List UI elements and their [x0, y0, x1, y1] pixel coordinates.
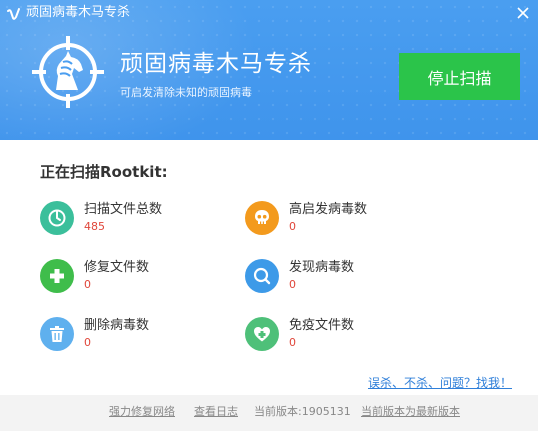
stat-label: 删除病毒数 — [84, 318, 150, 333]
stat-label: 发现病毒数 — [289, 260, 355, 275]
scan-status-title: 正在扫描Rootkit: — [40, 163, 168, 181]
latest-version-link[interactable]: 当前版本为最新版本 — [361, 405, 460, 419]
feedback-link[interactable]: 误杀、不杀、问题？找我！ — [368, 375, 512, 391]
trojan-horse-logo-icon — [32, 36, 104, 108]
footer-bar: 强力修复网络 查看日志 当前版本:1905131 当前版本为最新版本 — [0, 395, 538, 431]
close-icon[interactable] — [514, 4, 532, 22]
stat-immunized-files: 免疫文件数 0 — [245, 317, 445, 357]
magnifier-icon — [245, 259, 279, 293]
stat-value: 485 — [84, 220, 105, 233]
stat-deleted-viruses: 删除病毒数 0 — [40, 317, 240, 357]
stat-label: 扫描文件总数 — [84, 202, 163, 217]
stat-scanned-files: 扫描文件总数 485 — [40, 201, 240, 241]
app-small-icon — [7, 8, 20, 20]
stat-repaired-files: 修复文件数 0 — [40, 259, 240, 299]
stat-heuristic-viruses: 高启发病毒数 0 — [245, 201, 445, 241]
app-subtitle: 可启发清除未知的顽固病毒 — [120, 86, 252, 99]
stat-value: 0 — [84, 278, 91, 291]
plus-icon — [40, 259, 74, 293]
window-title: 顽固病毒木马专杀 — [26, 5, 131, 20]
header-banner: 顽固病毒木马专杀 顽固病毒木马专杀 可启发清除未知的顽固病毒 停止扫描 — [0, 0, 538, 140]
stop-scan-button[interactable]: 停止扫描 — [399, 53, 520, 100]
app-title: 顽固病毒木马专杀 — [120, 51, 312, 77]
skull-icon — [245, 201, 279, 235]
repair-network-link[interactable]: 强力修复网络 — [109, 405, 175, 419]
stat-found-viruses: 发现病毒数 0 — [245, 259, 445, 299]
stat-value: 0 — [289, 336, 296, 349]
heart-shield-icon — [245, 317, 279, 351]
stat-value: 0 — [289, 220, 296, 233]
stat-label: 高启发病毒数 — [289, 202, 368, 217]
stat-label: 修复文件数 — [84, 260, 150, 275]
timer-icon — [40, 201, 74, 235]
stat-label: 免疫文件数 — [289, 318, 355, 333]
trash-icon — [40, 317, 74, 351]
stat-value: 0 — [84, 336, 91, 349]
version-text: 当前版本:1905131 — [254, 405, 351, 418]
view-log-link[interactable]: 查看日志 — [194, 405, 238, 419]
stat-value: 0 — [289, 278, 296, 291]
